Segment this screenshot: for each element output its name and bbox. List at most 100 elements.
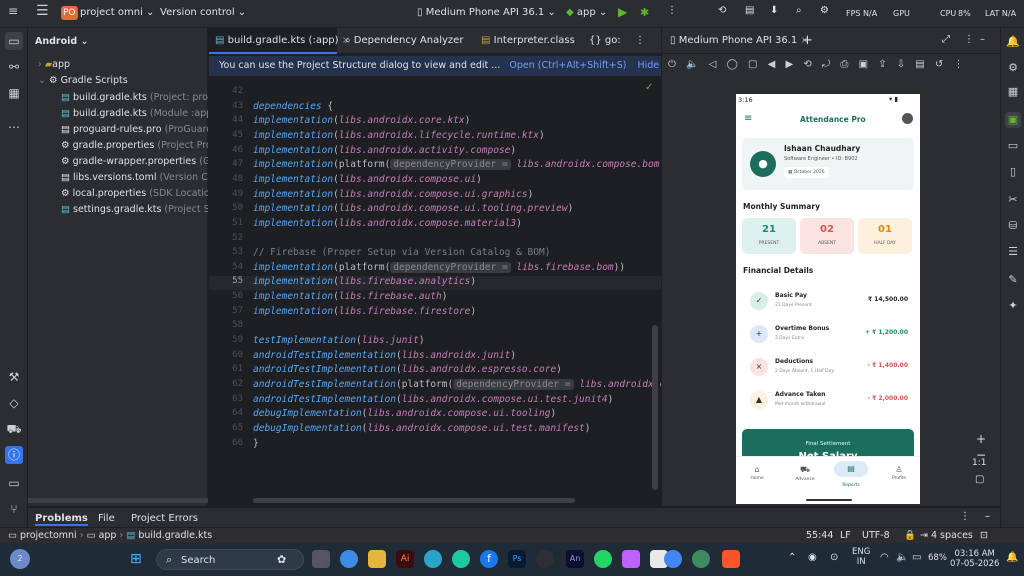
tab-menu-icon[interactable]: ⋮ xyxy=(629,28,659,54)
tab-problems[interactable]: Problems xyxy=(35,513,88,526)
indent-setting[interactable]: ⇥ 4 spaces xyxy=(920,530,973,541)
windows-start-icon[interactable]: ⊞ xyxy=(130,551,142,567)
tools-icon[interactable]: ✂ xyxy=(1005,192,1021,208)
tray-cloud-icon[interactable]: ⊙ xyxy=(830,552,838,563)
tree-item-gradle-properties[interactable]: ⚙ gradle.properties (Project Prope xyxy=(61,140,208,151)
task-view-icon[interactable] xyxy=(312,550,330,568)
whatsapp-icon[interactable] xyxy=(594,550,612,568)
notification-bell-icon[interactable]: 🔔 xyxy=(1006,552,1018,563)
android-studio-icon[interactable] xyxy=(692,550,710,568)
zoom-in-icon[interactable]: + xyxy=(976,432,986,446)
nav-reports[interactable]: ▤ Reports xyxy=(834,461,868,488)
code-line[interactable]: implementation(libs.firebase.firestore) xyxy=(253,306,476,317)
app-icon-1[interactable] xyxy=(340,550,358,568)
tab-build-gradle-app[interactable]: ▤ build.gradle.kts (:app) × xyxy=(209,28,350,54)
code-line[interactable]: debugImplementation(libs.androidx.compos… xyxy=(253,423,590,434)
tab-dependency-analyzer[interactable]: ⌕ Dependency Analyzer xyxy=(339,28,465,54)
breadcrumb-module[interactable]: app xyxy=(99,530,117,541)
emulator-screen[interactable]: 3:16 ▾ ▮ ≡ Attendance Pro ● Ishaan Chaud… xyxy=(736,94,920,504)
code-line[interactable]: } xyxy=(253,438,259,449)
breadcrumb-file[interactable]: build.gradle.kts xyxy=(138,530,212,541)
lock-icon[interactable]: 🔒 xyxy=(904,530,916,541)
minimize-icon[interactable]: – xyxy=(985,511,990,522)
tray-app-icon[interactable]: ◉ xyxy=(808,552,817,563)
code-line[interactable]: implementation(libs.androidx.compose.ui.… xyxy=(253,203,573,214)
account-icon[interactable] xyxy=(902,113,913,124)
emulator-icon[interactable]: ▯ xyxy=(1005,164,1021,180)
language-indicator[interactable]: ENG IN xyxy=(852,547,870,567)
tab-interpreter-class[interactable]: ▤ Interpreter.class xyxy=(475,28,581,54)
tree-item-gradle-wrapper[interactable]: ⚙ gradle-wrapper.properties (Grad xyxy=(61,156,208,167)
search-icon[interactable]: ⌕ xyxy=(796,5,802,16)
tree-item-settings-gradle[interactable]: ▤ settings.gradle.kts (Project Setti xyxy=(61,204,208,215)
line-separator[interactable]: LF xyxy=(840,530,851,541)
app-icon-4[interactable] xyxy=(622,550,640,568)
tab-file[interactable]: File xyxy=(98,513,115,524)
git-icon[interactable]: ⑂ xyxy=(5,500,23,518)
battery-icon[interactable]: ▭ xyxy=(912,552,921,563)
nav-advance[interactable]: ⛟ Advance xyxy=(790,465,820,482)
breadcrumb-project[interactable]: projectomni xyxy=(20,530,77,541)
financial-row[interactable]: ▲ Advance Taken Mid-month withdrawal - ₹ 2,… xyxy=(742,387,914,415)
volume-icon[interactable]: 🔈 xyxy=(896,552,908,563)
gesture-bar[interactable] xyxy=(806,499,852,501)
code-line[interactable]: androidTestImplementation(platform(depen… xyxy=(253,379,682,390)
tree-item-app[interactable]: › ▰app xyxy=(38,59,70,70)
gem-icon[interactable]: ◇ xyxy=(5,394,23,412)
photoshop-icon[interactable]: Ps xyxy=(508,550,526,568)
edge-icon[interactable] xyxy=(424,550,442,568)
financial-row[interactable]: + Overtime Bonus 3 Days Extra + ₹ 1,200.00 xyxy=(742,321,914,349)
taskbar-search[interactable]: ⌕ Search ✿ xyxy=(156,549,304,570)
sdk-icon[interactable]: ⬇ xyxy=(770,5,778,16)
notifications-icon[interactable]: 🔔 xyxy=(1005,34,1021,50)
nav-home[interactable]: ⌂ Home xyxy=(744,465,770,481)
zoom-actual-label[interactable]: 1:1 xyxy=(972,458,986,468)
fit-screen-icon[interactable]: ▢ xyxy=(975,474,984,485)
more-icon[interactable]: ⋮ xyxy=(964,34,974,45)
tab-project-errors[interactable]: Project Errors xyxy=(131,513,198,524)
financial-row[interactable]: × Deductions 2 Days Absent, 1 Half Day - ₹ … xyxy=(742,354,914,382)
month-chip[interactable]: ▦ October 2026 xyxy=(784,167,829,178)
code-line[interactable]: androidTestImplementation(libs.androidx.… xyxy=(253,350,516,361)
wifi-icon[interactable]: ◠ xyxy=(880,552,889,563)
clock[interactable]: 03:16 AM 07-05-2026 xyxy=(950,549,999,569)
tray-chevron-icon[interactable]: ⌃ xyxy=(788,552,796,563)
project-view-selector[interactable]: Android ⌄ xyxy=(35,36,88,47)
facebook-icon[interactable]: f xyxy=(480,550,498,568)
sync-icon[interactable]: ⟲ xyxy=(718,5,726,16)
run-config-dropdown[interactable]: ◆ app ⌄ xyxy=(566,7,607,18)
problems-icon[interactable]: ⓘ xyxy=(5,446,23,464)
chrome-icon[interactable] xyxy=(664,550,682,568)
debug-icon[interactable]: ✱ xyxy=(640,6,649,19)
tree-item-local-properties[interactable]: ⚙ local.properties (SDK Location) xyxy=(61,188,208,199)
menu-icon[interactable]: ≡ xyxy=(744,113,752,124)
main-menu-hamburger-icon[interactable]: ☰ xyxy=(36,4,49,18)
main-menu-icon[interactable]: ≡ xyxy=(8,5,18,18)
code-line[interactable]: implementation(libs.androidx.compose.ui.… xyxy=(253,189,533,200)
tree-item-libs-versions[interactable]: ▤ libs.versions.toml (Version Catal xyxy=(61,172,208,183)
widgets-icon[interactable]: 2 xyxy=(10,549,30,569)
layout-inspector-icon[interactable]: ▦ xyxy=(1005,84,1021,100)
database-icon[interactable]: ⛁ xyxy=(1005,218,1021,234)
tab-go[interactable]: {} go: xyxy=(583,28,627,54)
code-line[interactable]: androidTestImplementation(libs.androidx.… xyxy=(253,394,613,405)
build-icon[interactable]: ⚒ xyxy=(5,368,23,386)
minimize-icon[interactable]: – xyxy=(980,34,985,45)
horizontal-scrollbar[interactable] xyxy=(28,498,208,503)
gradle-icon[interactable]: ⚙ xyxy=(1005,60,1021,76)
financial-row[interactable]: ✓ Basic Pay 21 Days Present ₹ 14,500.00 xyxy=(742,288,914,316)
nav-profile[interactable]: ♙ Profile xyxy=(886,465,912,481)
code-line[interactable]: implementation(libs.androidx.core.ktx) xyxy=(253,115,470,126)
project-name-dropdown[interactable]: project omni ⌄ xyxy=(80,7,154,18)
code-line[interactable]: implementation(platform(dependencyProvid… xyxy=(253,261,625,273)
add-icon[interactable]: + xyxy=(802,33,813,48)
cursor-position[interactable]: 55:44 xyxy=(806,530,833,541)
device-tab[interactable]: ▯ Medium Phone API 36.1 × xyxy=(670,35,809,46)
run-icon[interactable]: ▶ xyxy=(618,5,627,19)
code-line[interactable]: debugImplementation(libs.androidx.compos… xyxy=(253,408,556,419)
tree-item-gradle-scripts[interactable]: ⌄ ⚙ Gradle Scripts xyxy=(38,75,128,86)
vertical-scrollbar[interactable] xyxy=(652,325,658,490)
hide-notification-link[interactable]: Hide notification xyxy=(637,60,661,71)
expand-icon[interactable]: ⤢ xyxy=(942,34,950,45)
code-line[interactable]: dependencies { xyxy=(253,101,333,112)
